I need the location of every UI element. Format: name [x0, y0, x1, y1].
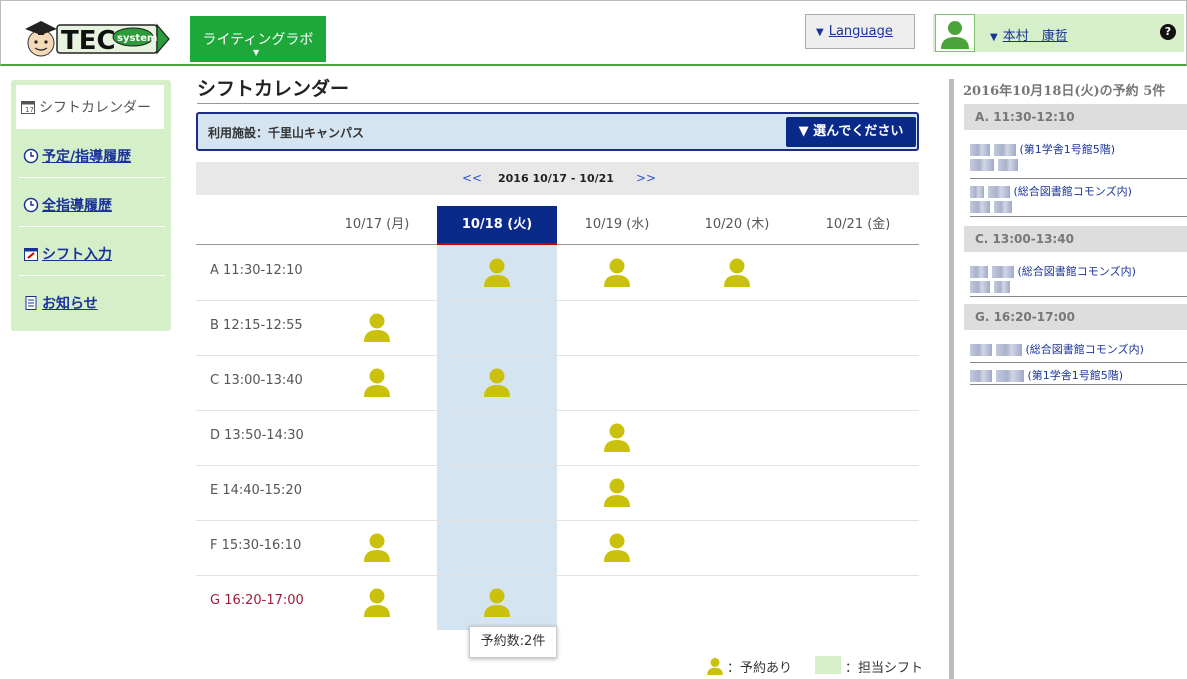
user-name-label: 本村 康哲 [1002, 29, 1068, 44]
app-switch-button[interactable]: ライティングラボ ▼ [190, 16, 326, 62]
sidebar-item-label: お知らせ [42, 296, 98, 312]
reservation-entry[interactable]: (第1学舎1号館5階) [970, 367, 1187, 385]
user-name-link[interactable]: ▼ 本村 康哲 [990, 25, 1068, 44]
facility-select-button[interactable]: ▼ 選んでください [786, 117, 916, 147]
person-icon[interactable] [482, 586, 512, 618]
language-button[interactable]: ▼ Language [805, 14, 915, 49]
person-icon[interactable] [602, 256, 632, 288]
triangle-down-icon: ▼ [816, 27, 824, 38]
reservation-panel: 2016年10月18日(火)の予約 5件 A. 11:30-12:10 (第1学… [949, 79, 1187, 679]
reservation-entry[interactable]: (総合図書館コモンズ内) [970, 183, 1187, 217]
legend-booked-label: ：予約あり [727, 661, 793, 676]
triangle-down-icon: ▼ [990, 32, 998, 43]
reservation-place: (総合図書館コモンズ内) [1017, 265, 1136, 278]
reservation-slot-header: G. 16:20-17:00 [964, 304, 1187, 330]
sidebar-item-label: シフト入力 [42, 246, 112, 263]
calendar-edit-icon [24, 247, 38, 261]
reservation-entry[interactable]: (総合図書館コモンズ内) [970, 341, 1187, 363]
divider [197, 103, 919, 104]
legend-shift-label: ：担当シフト [845, 661, 924, 676]
chevron-down-icon: ▼ [253, 48, 260, 57]
day-header[interactable]: 10/21 (金) [798, 206, 918, 245]
person-icon[interactable] [482, 256, 512, 288]
facility-bar: 利用施設：千里山キャンパス ▼ 選んでください [196, 112, 919, 151]
time-slot-label: F 15:30-16:10 [210, 538, 302, 553]
time-slot-label: B 12:15-12:55 [210, 318, 303, 333]
row-divider [196, 300, 919, 301]
language-label: Language [828, 24, 893, 39]
sidebar-item-shift-input[interactable]: シフト入力 [19, 232, 165, 276]
help-icon[interactable]: ? [1160, 24, 1176, 40]
reservation-panel-title: 2016年10月18日(火)の予約 5件 [963, 84, 1166, 99]
time-slot-label: C 13:00-13:40 [210, 373, 303, 388]
avatar[interactable] [935, 14, 975, 52]
time-slot-label: A 11:30-12:10 [210, 263, 303, 278]
tec-system-logo[interactable]: TEC system [21, 15, 171, 59]
sidebar-item-label: 予定/指導履歴 [42, 148, 132, 165]
person-icon[interactable] [602, 421, 632, 453]
row-divider [196, 410, 919, 411]
reservation-entry[interactable]: (第1学舎1号館5階) [970, 141, 1187, 179]
person-icon[interactable] [362, 586, 392, 618]
time-slot-label: G 16:20-17:00 [210, 593, 304, 608]
today-column-highlight [437, 245, 557, 630]
sidebar-item-schedule-history[interactable]: 予定/指導履歴 [19, 134, 165, 178]
sidebar-item-all-history[interactable]: 全指導履歴 [19, 183, 165, 227]
reservation-place: (第1学舎1号館5階) [1019, 143, 1116, 156]
person-icon[interactable] [722, 256, 752, 288]
reservation-slot-header: A. 11:30-12:10 [964, 104, 1187, 130]
app-button-label: ライティングラボ [202, 32, 314, 48]
top-header: TEC system ライティングラボ ▼ ▼ Language ▼ 本村 康哲 ? [0, 0, 1187, 66]
svg-text:17: 17 [25, 106, 34, 114]
time-slot-label: E 14:40-15:20 [210, 483, 302, 498]
booking-count-tooltip: 予約数:2件 [469, 626, 557, 658]
facility-label: 利用施設：千里山キャンパス [208, 126, 365, 140]
previous-week-icon[interactable]: << [462, 171, 482, 185]
svg-text:TEC: TEC [61, 26, 116, 56]
person-icon [707, 657, 723, 675]
reservation-entry[interactable]: (総合図書館コモンズ内) [970, 263, 1187, 297]
day-header[interactable]: 10/19 (水) [557, 206, 677, 245]
row-divider [196, 520, 919, 521]
page-title: シフトカレンダー [197, 78, 350, 100]
row-divider [196, 575, 919, 576]
time-slot-label: D 13:50-14:30 [210, 428, 304, 443]
reservation-place: (総合図書館コモンズ内) [1013, 185, 1132, 198]
day-header[interactable]: 10/17 (月) [317, 206, 437, 245]
clock-icon [23, 148, 39, 163]
sidebar-item-label: シフトカレンダー [39, 100, 151, 116]
week-navigation: << 2016 10/17 - 10/21 >> [196, 162, 919, 195]
sidebar-item-shift-calendar[interactable]: 17 シフトカレンダー [16, 85, 164, 129]
person-icon[interactable] [482, 366, 512, 398]
next-week-icon[interactable]: >> [636, 171, 656, 185]
row-divider [196, 355, 919, 356]
sidebar: 17 シフトカレンダー 予定/指導履歴 全指導履歴 シフト入力 お知らせ [11, 80, 171, 331]
clock-icon [23, 197, 39, 212]
legend-shift-swatch [815, 656, 841, 674]
row-divider [196, 465, 919, 466]
person-icon[interactable] [602, 531, 632, 563]
sidebar-item-label: 全指導履歴 [42, 197, 112, 214]
document-icon [25, 296, 37, 310]
person-icon[interactable] [362, 366, 392, 398]
reservation-place: (総合図書館コモンズ内) [1025, 343, 1144, 356]
week-range-label: 2016 10/17 - 10/21 [498, 172, 614, 185]
user-menu: ▼ 本村 康哲 ? [933, 14, 1184, 52]
person-icon[interactable] [362, 311, 392, 343]
sidebar-item-notices[interactable]: お知らせ [19, 281, 165, 325]
person-icon[interactable] [602, 476, 632, 508]
reservation-place: (第1学舎1号館5階) [1027, 369, 1124, 382]
day-header-today[interactable]: 10/18 (火) [437, 206, 557, 245]
svg-text:system: system [117, 33, 157, 44]
reservation-slot-header: C. 13:00-13:40 [964, 226, 1187, 252]
calendar-icon: 17 [21, 101, 35, 114]
day-header[interactable]: 10/20 (木) [677, 206, 797, 245]
person-icon[interactable] [362, 531, 392, 563]
user-icon [941, 21, 969, 49]
